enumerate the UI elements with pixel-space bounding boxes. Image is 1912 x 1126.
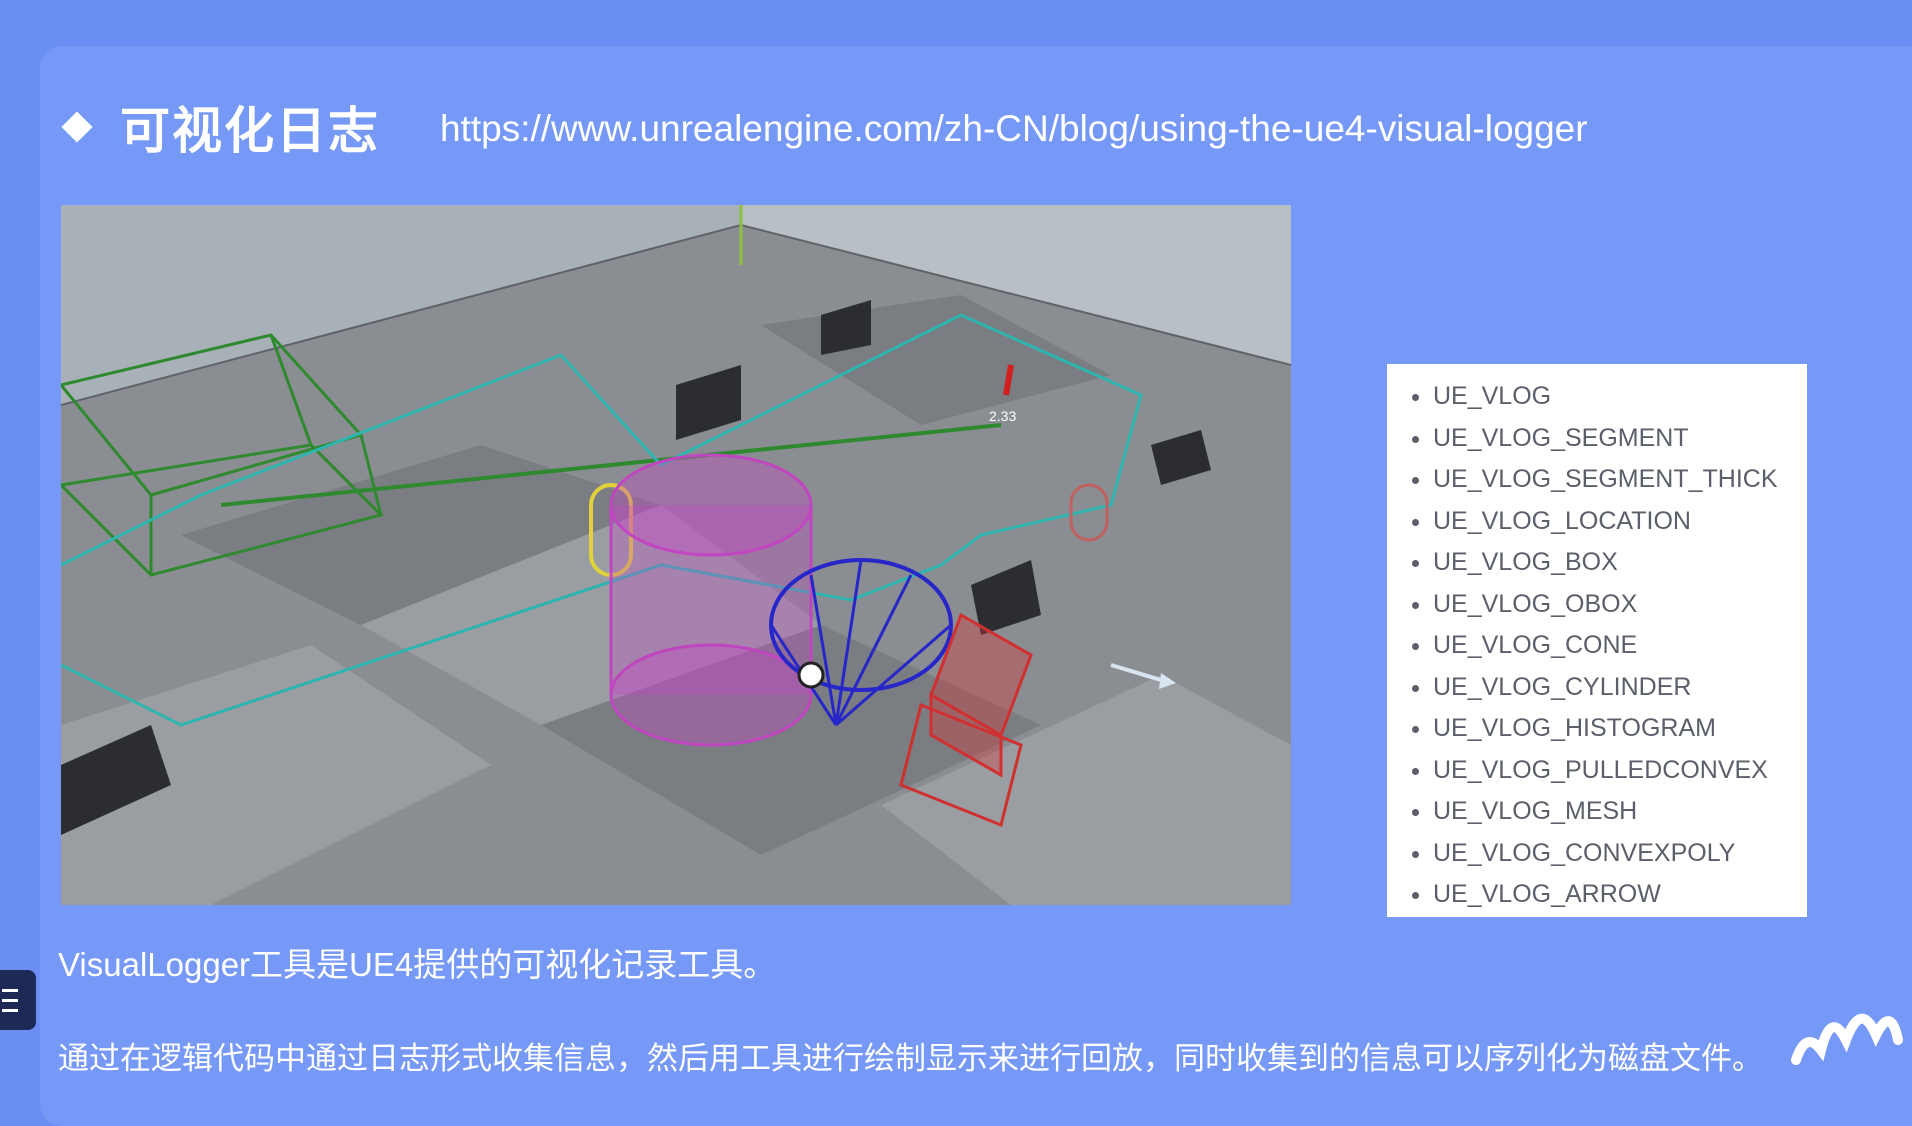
title-row: 可视化日志	[60, 92, 380, 162]
macro-item: UE_VLOG_BOX	[1433, 542, 1807, 584]
macro-item: UE_VLOG_SEGMENT_THICK	[1433, 459, 1807, 501]
macro-item: UE_VLOG_CONVEXPOLY	[1433, 833, 1807, 875]
macro-item: UE_VLOG_SEGMENT	[1433, 418, 1807, 460]
description-line-2: 通过在逻辑代码中通过日志形式收集信息，然后用工具进行绘制显示来进行回放，同时收集…	[58, 1041, 1763, 1076]
macro-item: UE_VLOG_HISTOGRAM	[1433, 708, 1807, 750]
menu-icon-bar	[2, 1008, 18, 1012]
macro-item: UE_VLOG	[1433, 376, 1807, 418]
diamond-bullet-icon	[61, 111, 93, 143]
menu-button[interactable]	[0, 970, 36, 1030]
brand-logo-icon	[1786, 980, 1906, 1075]
macro-item: UE_VLOG_ARROW	[1433, 874, 1807, 916]
scene-value-label: 2.33	[989, 408, 1016, 424]
reference-link[interactable]: https://www.unrealengine.com/zh-CN/blog/…	[440, 108, 1588, 150]
macro-list: UE_VLOG UE_VLOG_SEGMENT UE_VLOG_SEGMENT_…	[1387, 376, 1807, 916]
macro-item: UE_VLOG_CONE	[1433, 625, 1807, 667]
visual-logger-screenshot: 2.33	[61, 205, 1291, 905]
macro-list-panel: UE_VLOG UE_VLOG_SEGMENT UE_VLOG_SEGMENT_…	[1387, 364, 1807, 917]
scene-illustration: 2.33	[61, 205, 1291, 905]
description-line-1: VisualLogger工具是UE4提供的可视化记录工具。	[58, 946, 777, 983]
macro-item: UE_VLOG_MESH	[1433, 791, 1807, 833]
macro-item: UE_VLOG_LOCATION	[1433, 501, 1807, 543]
macro-item: UE_VLOG_OBOX	[1433, 584, 1807, 626]
macro-item: UE_VLOG_CYLINDER	[1433, 667, 1807, 709]
menu-icon-bar	[2, 998, 18, 1002]
macro-item: UE_VLOG_PULLEDCONVEX	[1433, 750, 1807, 792]
slide-title: 可视化日志	[120, 103, 380, 159]
menu-icon	[2, 988, 18, 992]
